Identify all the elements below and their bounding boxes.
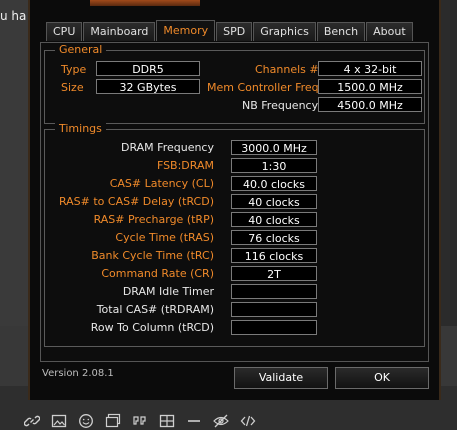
ok-button[interactable]: OK xyxy=(335,367,429,389)
cycle-time-label: Cycle Time (tRAS) xyxy=(115,231,214,244)
cas-latency-value: 40.0 clocks xyxy=(231,176,317,191)
type-label: Type xyxy=(61,63,87,76)
size-label: Size xyxy=(61,81,84,94)
mem-controller-value: 1500.0 MHz xyxy=(318,79,422,94)
nb-frequency-label: NB Frequency xyxy=(242,99,319,112)
ras-to-cas-value: 40 clocks xyxy=(231,194,317,209)
memory-panel: General Type DDR5 Size 32 GBytes Channel… xyxy=(40,42,429,362)
command-rate-label: Command Rate (CR) xyxy=(101,267,214,280)
cas-latency-label: CAS# Latency (CL) xyxy=(109,177,214,190)
tab-memory[interactable]: Memory xyxy=(156,20,216,41)
table-icon[interactable] xyxy=(157,412,177,430)
image-icon[interactable] xyxy=(49,412,69,430)
quote-icon[interactable] xyxy=(130,412,150,430)
size-value: 32 GBytes xyxy=(96,79,200,94)
hide-icon[interactable] xyxy=(211,412,231,430)
link-icon[interactable] xyxy=(22,412,42,430)
bank-cycle-time-label: Bank Cycle Time (tRC) xyxy=(91,249,214,262)
nb-frequency-value: 4500.0 MHz xyxy=(318,97,422,112)
type-value: DDR5 xyxy=(96,61,200,76)
editor-toolbar xyxy=(22,412,258,430)
dram-idle-timer-label: DRAM Idle Timer xyxy=(122,285,214,298)
total-cas-value xyxy=(231,302,317,317)
validate-button[interactable]: Validate xyxy=(234,367,328,389)
channels-value: 4 x 32-bit xyxy=(318,61,422,76)
channels-label: Channels # xyxy=(255,63,319,76)
ras-to-cas-label: RAS# to CAS# Delay (tRCD) xyxy=(58,195,214,208)
dram-frequency-label: DRAM Frequency xyxy=(120,141,214,154)
code-icon[interactable] xyxy=(238,412,258,430)
background-partial-text: u ha xyxy=(0,9,27,23)
general-group: General Type DDR5 Size 32 GBytes Channel… xyxy=(44,43,425,124)
command-rate-value: 2T xyxy=(231,266,317,281)
tab-bar: CPU Mainboard Memory SPD Graphics Bench … xyxy=(46,20,414,42)
ras-precharge-value: 40 clocks xyxy=(231,212,317,227)
gallery-icon[interactable] xyxy=(103,412,123,430)
row-to-column-label: Row To Column (tRCD) xyxy=(90,321,214,334)
emoji-icon[interactable] xyxy=(76,412,96,430)
fsb-dram-label: FSB:DRAM xyxy=(156,159,214,172)
general-title: General xyxy=(55,43,107,56)
cpuz-window: CPU Mainboard Memory SPD Graphics Bench … xyxy=(28,0,441,400)
tab-cpu[interactable]: CPU xyxy=(46,22,83,41)
tab-graphics[interactable]: Graphics xyxy=(253,22,316,41)
version-label: Version 2.08.1 xyxy=(42,368,114,379)
tab-mainboard[interactable]: Mainboard xyxy=(83,22,156,41)
bank-cycle-time-value: 116 clocks xyxy=(231,248,317,263)
logo-strip xyxy=(90,0,200,6)
timings-group: Timings DRAM Frequency 3000.0 MHz FSB:DR… xyxy=(44,122,425,347)
tab-spd[interactable]: SPD xyxy=(216,22,253,41)
row-to-column-value xyxy=(231,320,317,335)
cycle-time-value: 76 clocks xyxy=(231,230,317,245)
ras-precharge-label: RAS# Precharge (tRP) xyxy=(93,213,214,226)
total-cas-label: Total CAS# (tRDRAM) xyxy=(96,303,214,316)
dram-idle-timer-value xyxy=(231,284,317,299)
fsb-dram-value: 1:30 xyxy=(231,158,317,173)
tab-bench[interactable]: Bench xyxy=(316,22,366,41)
timings-title: Timings xyxy=(55,122,106,135)
horizontal-rule-icon[interactable] xyxy=(184,412,204,430)
mem-controller-label: Mem Controller Freq. xyxy=(207,81,323,94)
tab-about[interactable]: About xyxy=(366,22,413,41)
dram-frequency-value: 3000.0 MHz xyxy=(231,140,317,155)
